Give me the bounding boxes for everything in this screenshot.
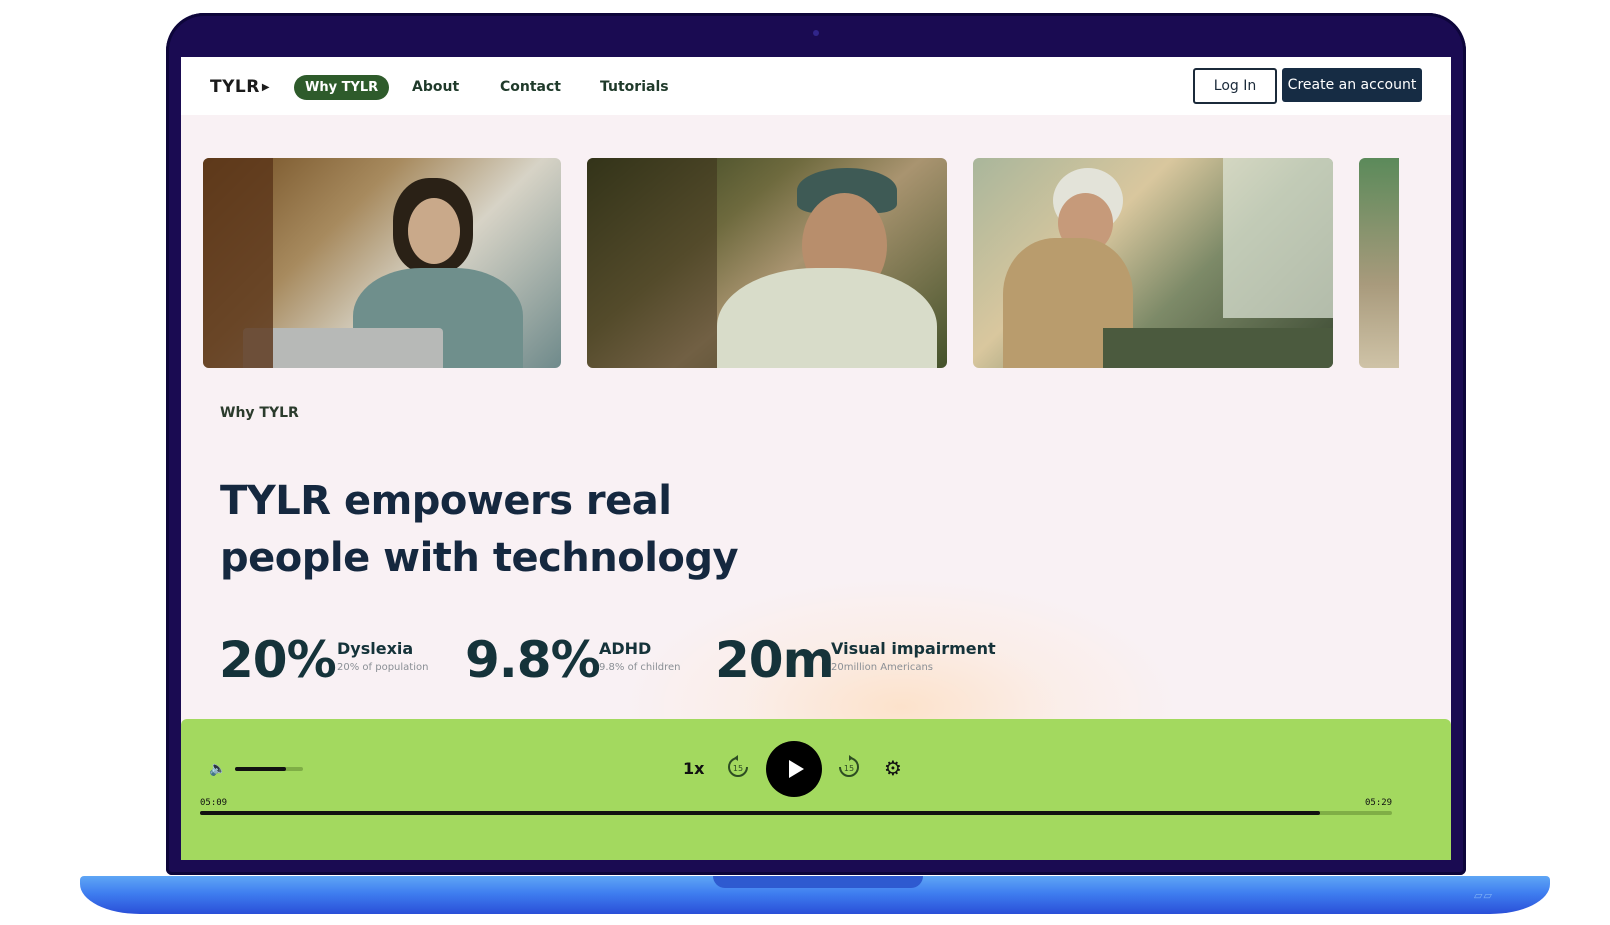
photo-partial-outdoor xyxy=(1359,158,1399,368)
stat-value: 9.8% xyxy=(465,631,601,689)
stat-value: 20% xyxy=(219,631,337,689)
create-account-button[interactable]: Create an account xyxy=(1282,68,1422,102)
volume-icon[interactable]: 🔈 xyxy=(209,761,226,777)
audio-player: 🔈 1x 15 15 ⚙ 05:09 05:29 xyxy=(181,719,1451,860)
progress-fill xyxy=(200,811,1321,815)
play-button[interactable] xyxy=(766,741,822,797)
playback-speed-button[interactable]: 1x xyxy=(683,759,704,778)
elapsed-time: 05:09 xyxy=(200,798,228,808)
forward-seconds: 15 xyxy=(844,764,854,773)
stat-value: 20m xyxy=(715,631,835,689)
hero-headline: TYLR empowers real people with technolog… xyxy=(220,473,780,587)
nav-link-contact[interactable]: Contact xyxy=(500,79,561,95)
stat-sub: 9.8% of children xyxy=(599,662,681,673)
laptop-notch xyxy=(713,876,923,888)
login-button[interactable]: Log In xyxy=(1193,68,1277,104)
stat-label: Dyslexia xyxy=(337,639,414,658)
total-duration: 05:29 xyxy=(1365,798,1393,808)
photo-woman-headphones xyxy=(203,158,561,368)
nav-link-about[interactable]: About xyxy=(412,79,459,95)
play-icon xyxy=(789,760,804,778)
laptop-screen: TYLR ▶ Why TYLR About Contact Tutorials L… xyxy=(181,57,1451,860)
nav-link-tutorials[interactable]: Tutorials xyxy=(600,79,669,95)
stat-sub: 20million Americans xyxy=(831,662,934,673)
photo-smiling-man xyxy=(587,158,947,368)
tylr-logo[interactable]: TYLR ▶ xyxy=(210,77,270,97)
volume-fill xyxy=(235,767,286,771)
nav-link-why-tylr[interactable]: Why TYLR xyxy=(294,75,390,100)
stat-label: ADHD xyxy=(599,639,652,658)
rewind-15-icon[interactable]: 15 xyxy=(725,754,751,780)
volume-slider[interactable] xyxy=(235,767,303,771)
play-triangle-icon: ▶ xyxy=(261,82,271,93)
stat-label: Visual impairment xyxy=(831,639,996,658)
stat-sub: 20% of population xyxy=(337,662,429,673)
headline-line-2: people with technology xyxy=(220,535,739,581)
logo-text: TYLR xyxy=(210,77,260,97)
section-eyebrow: Why TYLR xyxy=(220,405,299,421)
forward-15-icon[interactable]: 15 xyxy=(836,754,862,780)
headline-line-1: TYLR empowers real xyxy=(220,478,672,524)
gear-icon[interactable]: ⚙ xyxy=(884,756,902,780)
photo-elderly-woman-kitchen xyxy=(973,158,1333,368)
top-nav: TYLR ▶ Why TYLR About Contact Tutorials L… xyxy=(181,57,1451,115)
progress-bar[interactable] xyxy=(200,811,1392,815)
webcam-dot xyxy=(813,30,819,36)
rewind-seconds: 15 xyxy=(733,764,743,773)
laptop-brand-mark: ▱▱ xyxy=(1474,889,1493,902)
